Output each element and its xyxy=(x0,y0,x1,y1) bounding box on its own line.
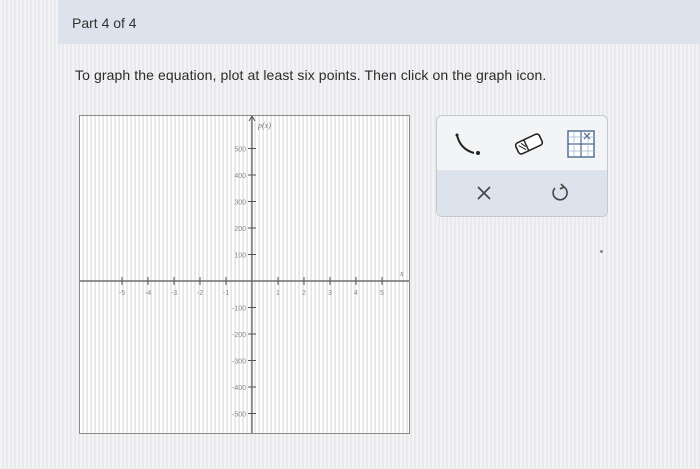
y-tick-label: -400 xyxy=(232,385,246,392)
x-tick-label: 5 xyxy=(380,290,384,297)
graph-button[interactable] xyxy=(563,126,599,162)
graph-icon xyxy=(567,130,595,158)
tool-palette xyxy=(436,115,608,217)
part-label: Part 4 of 4 xyxy=(72,15,137,31)
instruction-text: To graph the equation, plot at least six… xyxy=(75,67,547,83)
graph-area[interactable]: -5 -4 -3 -2 -1 1 2 3 4 5 500 400 300 200 100 -100 -200 -3… xyxy=(79,115,410,434)
y-tick-label: 400 xyxy=(234,173,246,180)
y-tick-label: -100 xyxy=(232,306,246,313)
part-header xyxy=(58,0,700,44)
x-tick-label: 2 xyxy=(302,290,306,297)
y-tick-label: 500 xyxy=(234,147,246,154)
x-tick-label: -5 xyxy=(119,290,125,297)
eraser-button[interactable] xyxy=(509,126,549,162)
curve-tool-icon xyxy=(455,133,480,155)
coordinate-plane[interactable]: -5 -4 -3 -2 -1 1 2 3 4 5 500 400 300 200 100 -100 -200 -3… xyxy=(80,116,409,433)
x-tick-label: -1 xyxy=(223,290,229,297)
clear-icon xyxy=(477,186,491,200)
y-axis-label: p(x) xyxy=(257,121,271,130)
eraser-icon xyxy=(514,133,544,155)
x-tick-label: 3 xyxy=(328,290,332,297)
clear-button[interactable] xyxy=(469,178,499,208)
x-tick-label: -2 xyxy=(197,290,203,297)
y-tick-label: 100 xyxy=(234,253,246,260)
x-tick-label: 1 xyxy=(276,290,280,297)
action-bar xyxy=(437,170,607,216)
x-tick-label: 4 xyxy=(354,290,358,297)
y-tick-label: -200 xyxy=(232,332,246,339)
y-tick-label: -500 xyxy=(232,412,246,419)
undo-button[interactable] xyxy=(545,178,575,208)
y-tick-label: -300 xyxy=(232,359,246,366)
decorative-dot xyxy=(600,250,603,253)
undo-icon xyxy=(552,183,568,201)
screen: Part 4 of 4 To graph the equation, plot … xyxy=(0,0,700,469)
x-tick-label: -4 xyxy=(145,290,151,297)
curve-tool-button[interactable] xyxy=(449,126,489,162)
x-axis-label: x xyxy=(399,269,404,278)
y-tick-label: 200 xyxy=(234,226,246,233)
x-tick-label: -3 xyxy=(171,290,177,297)
y-tick-label: 300 xyxy=(234,200,246,207)
